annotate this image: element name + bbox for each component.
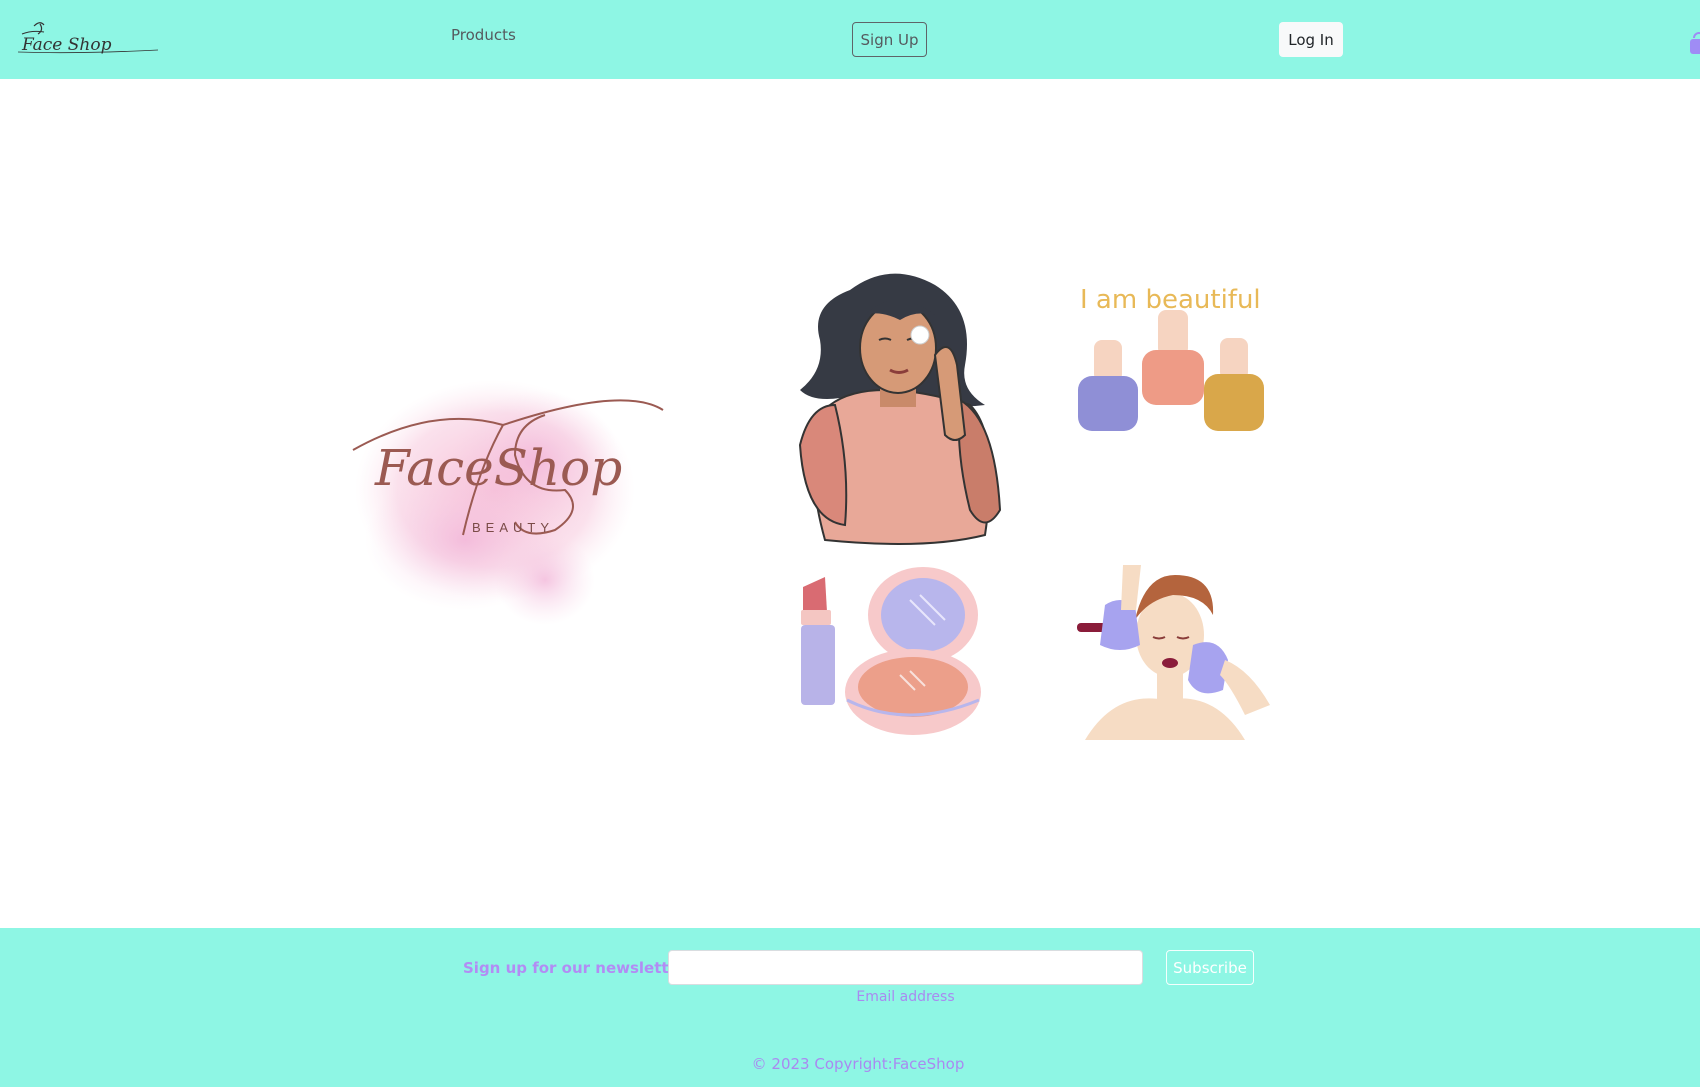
hero-brand-logo: FaceShop BEAUTY	[345, 370, 665, 635]
cart-button[interactable]	[1686, 30, 1700, 56]
newsletter-label: Sign up for our newsletter	[463, 959, 687, 977]
makeup-application-illustration	[1077, 565, 1270, 740]
shopping-bag-icon	[1690, 32, 1700, 54]
signup-button[interactable]: Sign Up	[852, 22, 927, 57]
brand-logo-image: Face Shop	[17, 22, 159, 55]
hero-logo-title: FaceShop	[374, 439, 622, 497]
login-button[interactable]: Log In	[1279, 22, 1343, 57]
copyright-text: © 2023 Copyright:FaceShop	[751, 1055, 965, 1073]
nail-polish-image: I am beautiful	[1070, 268, 1270, 443]
lipstick-compact-image	[795, 565, 995, 740]
email-hint-label: Email address	[856, 989, 955, 1005]
woman-skincare-image	[795, 270, 1010, 545]
nail-polish-illustration: I am beautiful	[1078, 285, 1264, 431]
email-input[interactable]	[668, 950, 1143, 985]
woman-skincare-illustration	[798, 273, 1002, 545]
footer: Sign up for our newsletter Email address…	[0, 928, 1700, 1087]
lipstick-compact-illustration	[801, 567, 981, 735]
navbar: Face Shop Products Sign Up Log In	[0, 0, 1700, 79]
hero-logo-subtitle: BEAUTY	[472, 520, 554, 535]
brand-logo[interactable]: Face Shop	[17, 18, 159, 60]
faceshop-beauty-logo: FaceShop BEAUTY	[352, 380, 664, 625]
nav-products-link[interactable]: Products	[451, 26, 516, 44]
subscribe-button[interactable]: Subscribe	[1166, 950, 1254, 985]
makeup-application-image	[1075, 565, 1275, 740]
